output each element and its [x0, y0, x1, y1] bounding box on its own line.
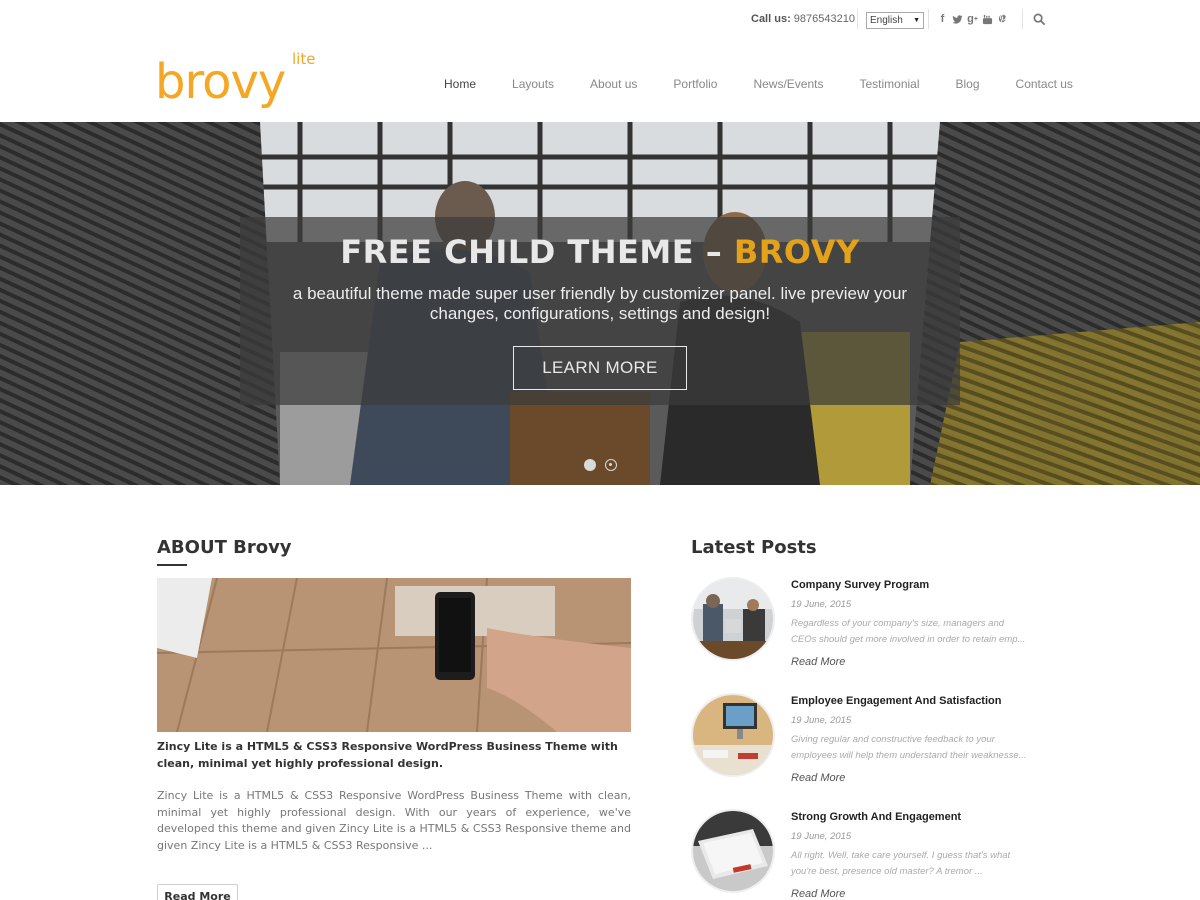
- call-info: Call us: 9876543210: [751, 13, 855, 25]
- divider: [857, 9, 858, 29]
- nav-item-layouts[interactable]: Layouts: [512, 77, 554, 91]
- twitter-icon[interactable]: [950, 12, 965, 26]
- nav-item-home[interactable]: Home: [444, 77, 476, 91]
- pinterest-icon[interactable]: [995, 12, 1010, 26]
- nav-item-news-events[interactable]: News/Events: [753, 77, 823, 91]
- post-title[interactable]: Employee Engagement And Satisfaction: [791, 695, 1001, 707]
- hero-title-main: FREE CHILD THEME –: [340, 233, 734, 271]
- post-item: Employee Engagement And Satisfaction 19 …: [691, 693, 1031, 803]
- divider: [928, 9, 929, 29]
- hero-title-accent: BROVY: [733, 233, 860, 271]
- about-lead: Zincy Lite is a HTML5 & CSS3 Responsive …: [157, 740, 618, 770]
- social-links: f g +: [935, 12, 1010, 26]
- nav-item-testimonial[interactable]: Testimonial: [859, 77, 919, 91]
- read-more-button[interactable]: Read More: [157, 884, 238, 900]
- divider: [1022, 9, 1023, 29]
- latest-posts-title: Latest Posts: [691, 537, 817, 558]
- post-read-more-link[interactable]: Read More: [791, 656, 845, 668]
- slider-dot-1[interactable]: [584, 459, 596, 471]
- nav-item-contact-us[interactable]: Contact us: [1016, 77, 1073, 91]
- post-item: Strong Growth And Engagement 19 June, 20…: [691, 809, 1031, 900]
- post-date: 19 June, 2015: [791, 715, 852, 726]
- hero-slider: FREE CHILD THEME – BROVY a beautiful the…: [0, 122, 1200, 485]
- post-thumbnail[interactable]: [691, 809, 775, 893]
- post-item: Company Survey Program 19 June, 2015 Reg…: [691, 577, 1031, 687]
- facebook-icon[interactable]: f: [935, 12, 950, 26]
- search-icon[interactable]: [1033, 13, 1046, 26]
- post-title[interactable]: Strong Growth And Engagement: [791, 811, 961, 823]
- post-read-more-link[interactable]: Read More: [791, 772, 845, 784]
- title-underline: [157, 564, 187, 566]
- post-title[interactable]: Company Survey Program: [791, 579, 929, 591]
- about-image: [157, 578, 631, 732]
- logo-tag: lite: [292, 50, 315, 68]
- hero-title: FREE CHILD THEME – BROVY: [240, 233, 960, 271]
- post-thumbnail[interactable]: [691, 577, 775, 661]
- post-date: 19 June, 2015: [791, 599, 852, 610]
- call-number[interactable]: 9876543210: [794, 13, 855, 25]
- learn-more-button[interactable]: LEARN MORE: [513, 346, 687, 390]
- post-excerpt: Regardless of your company's size, manag…: [791, 618, 1026, 645]
- post-thumbnail[interactable]: [691, 693, 775, 777]
- language-selected: English: [870, 15, 903, 26]
- post-read-more-link[interactable]: Read More: [791, 888, 845, 900]
- site-logo[interactable]: brovy lite: [155, 40, 335, 120]
- youtube-icon[interactable]: [980, 12, 995, 26]
- nav-item-about-us[interactable]: About us: [590, 77, 637, 91]
- language-select[interactable]: English ▼: [866, 12, 924, 29]
- nav-item-blog[interactable]: Blog: [956, 77, 980, 91]
- google-plus-icon[interactable]: g +: [965, 12, 980, 26]
- call-label: Call us:: [751, 13, 791, 25]
- hero-subtitle: a beautiful theme made super user friend…: [292, 284, 908, 323]
- post-excerpt: All right. Well, take care yourself. I g…: [791, 850, 1011, 877]
- main-nav: Home Layouts About us Portfolio News/Eve…: [444, 77, 1073, 91]
- slider-dot-2[interactable]: [605, 459, 617, 471]
- dropdown-arrow-icon: ▼: [913, 17, 920, 24]
- about-title: ABOUT Brovy: [157, 537, 292, 558]
- nav-item-portfolio[interactable]: Portfolio: [673, 77, 717, 91]
- post-date: 19 June, 2015: [791, 831, 852, 842]
- top-bar: Call us: 9876543210 English ▼ f g +: [0, 0, 1200, 40]
- logo-text: brovy: [155, 54, 285, 110]
- about-body: Zincy Lite is a HTML5 & CSS3 Responsive …: [157, 789, 631, 852]
- post-excerpt: Giving regular and constructive feedback…: [791, 734, 1027, 761]
